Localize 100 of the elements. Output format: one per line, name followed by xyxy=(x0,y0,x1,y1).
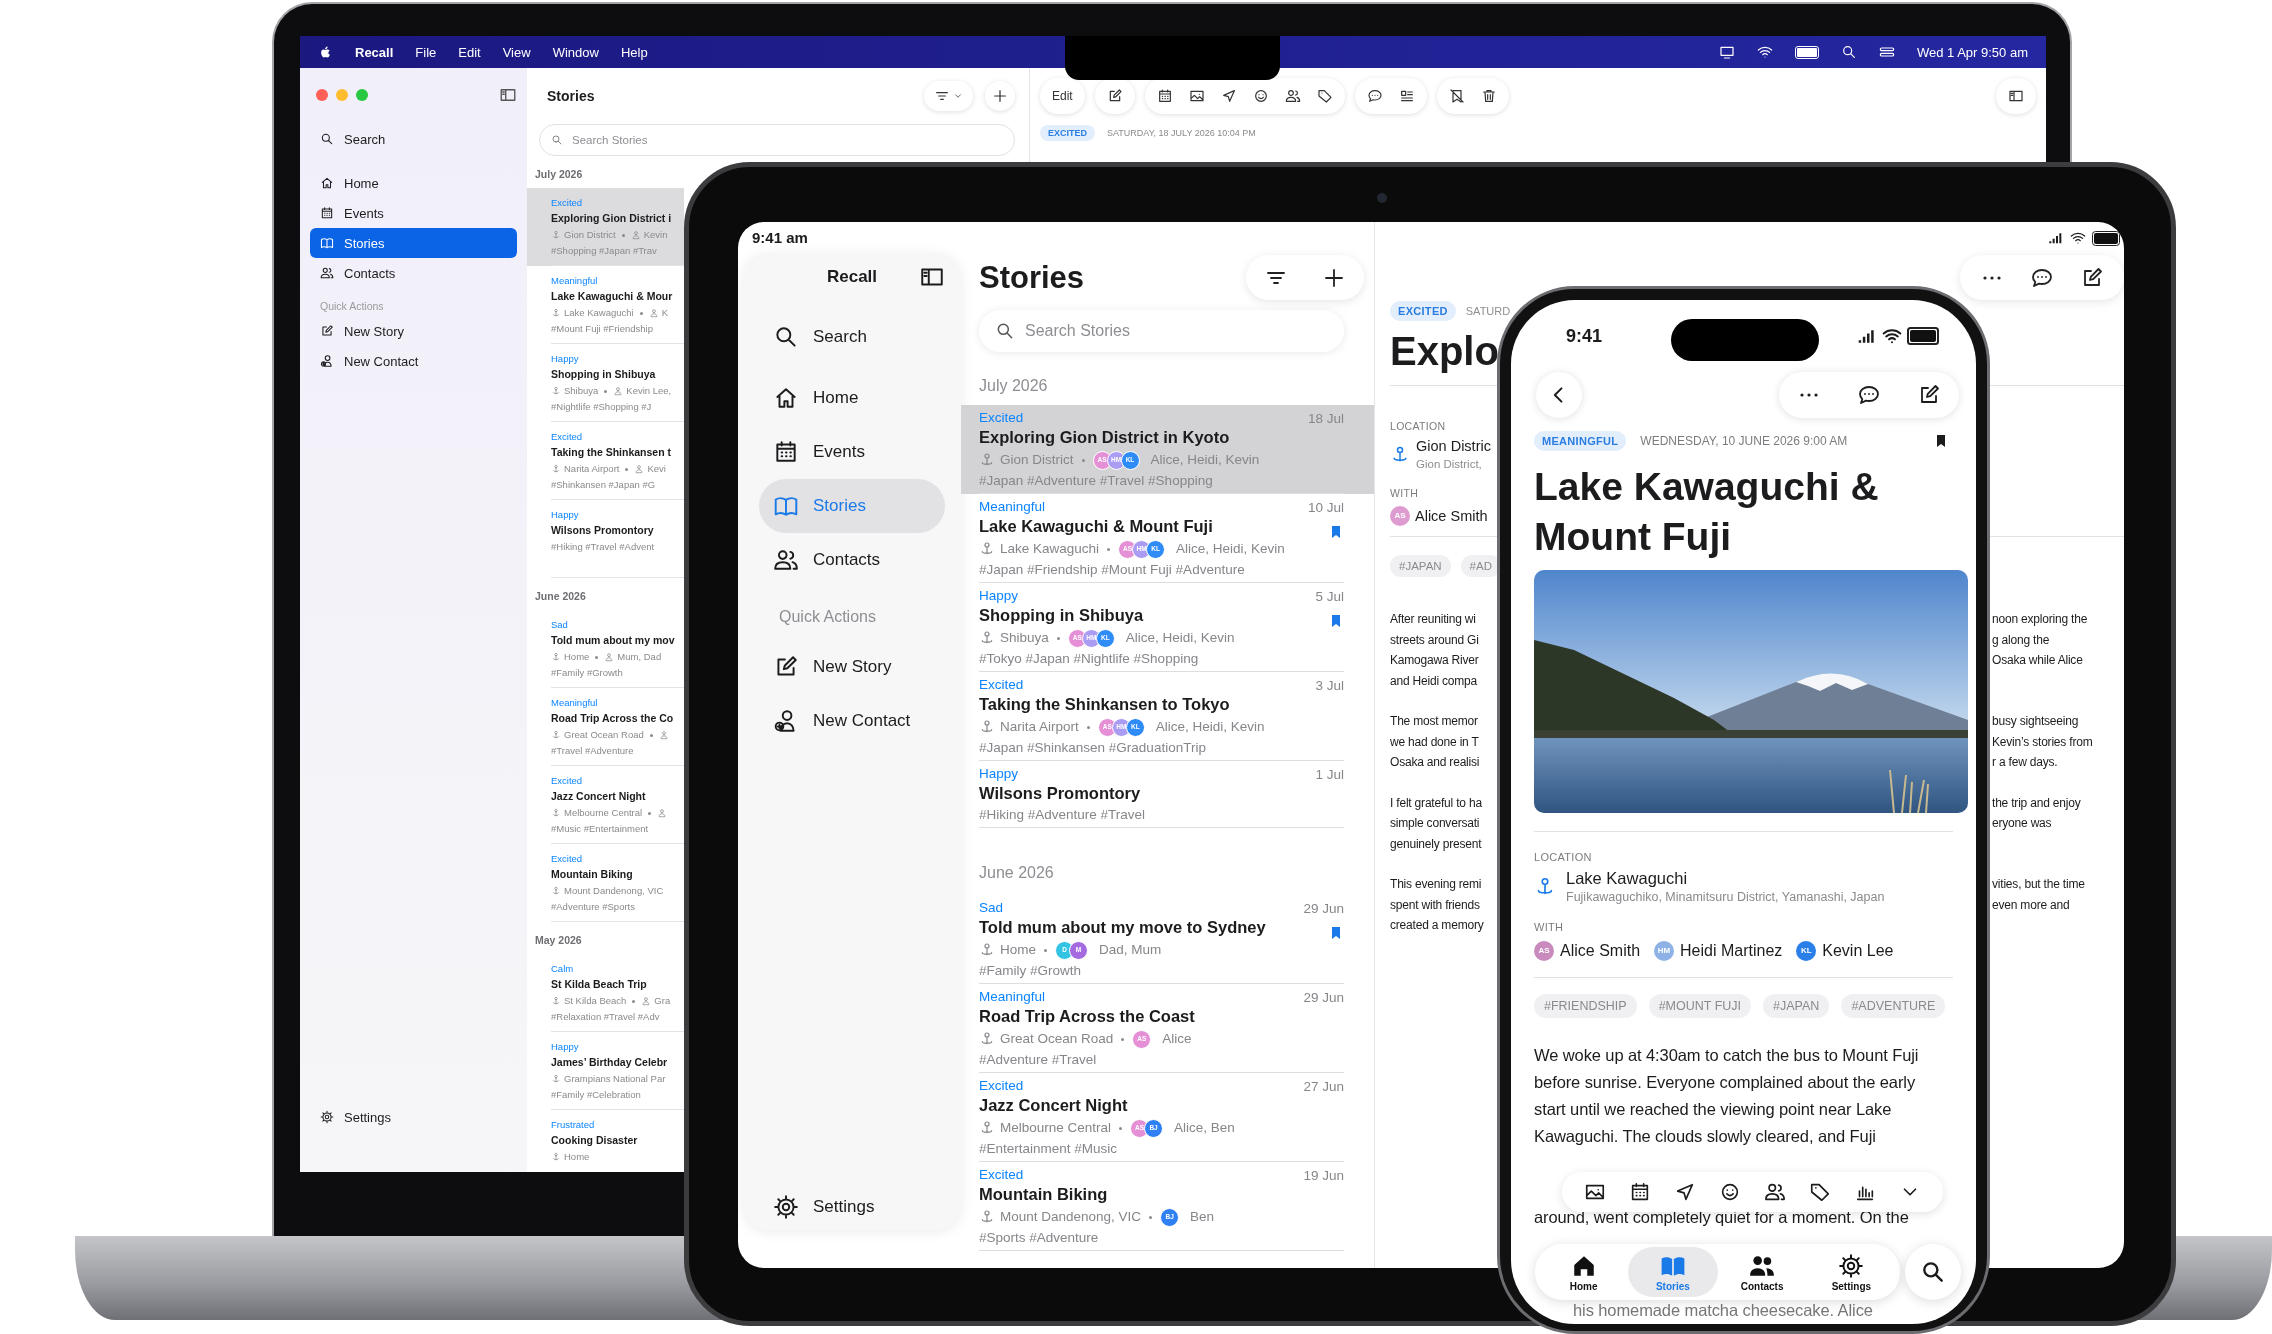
tag-icon[interactable] xyxy=(1316,88,1333,104)
location-pin-icon xyxy=(551,886,561,896)
story-date: 29 Jun xyxy=(1303,900,1344,917)
sidebar-item[interactable]: Contacts xyxy=(759,533,945,587)
add-person-icon xyxy=(320,354,334,368)
story-title: Taking the Shinkansen t xyxy=(551,445,671,460)
with-label: WITH xyxy=(1390,486,1419,500)
image-icon[interactable] xyxy=(1188,88,1205,104)
tag-list: #Family #Growth xyxy=(551,665,623,681)
search-field[interactable]: Search Stories xyxy=(539,124,1015,156)
sidebar-item[interactable]: New Story xyxy=(310,316,517,346)
story-text: around, went completely quiet for a moment. On the xyxy=(1534,1207,1909,1228)
sidebar-item[interactable]: New Story xyxy=(759,640,945,694)
separator-dot xyxy=(1121,1037,1125,1041)
people-names: Ben xyxy=(1190,1208,1215,1226)
settings-icon xyxy=(773,1194,799,1220)
tag-list: #Shinkansen #Japan #G xyxy=(551,477,656,493)
people-icon[interactable] xyxy=(1284,88,1301,104)
sidebar-item[interactable]: Home xyxy=(310,168,517,198)
list-title: Stories xyxy=(979,259,1085,296)
story-date: 27 Jun xyxy=(1303,1078,1344,1095)
tab[interactable]: Home xyxy=(1539,1247,1629,1297)
tag-list: #Japan #Adventure #Travel #Shopping xyxy=(979,471,1213,491)
story-text: The most memor we had done in T Osaka and realisi xyxy=(1390,713,1480,771)
tab[interactable]: Contacts xyxy=(1717,1247,1807,1297)
chat-icon[interactable] xyxy=(1366,88,1383,104)
menu-item[interactable]: Edit xyxy=(458,44,481,60)
people-names: Kevin Lee, xyxy=(626,384,672,398)
location-label: LOCATION xyxy=(1390,419,1446,433)
people-icon xyxy=(320,266,334,280)
search-button[interactable] xyxy=(1905,1244,1961,1300)
sidebar-item[interactable]: Stories xyxy=(310,228,517,258)
sidebar-item[interactable]: Contacts xyxy=(310,258,517,288)
sidebar-item[interactable]: New Contact xyxy=(310,346,517,376)
location-pin-icon xyxy=(551,996,561,1006)
people-names: Alice xyxy=(1162,1030,1192,1048)
sidebar-toggle-icon[interactable] xyxy=(499,86,517,104)
display-icon[interactable] xyxy=(1718,44,1735,60)
avatar: HM xyxy=(1654,941,1675,961)
place-name: St Kilda Beach xyxy=(564,994,627,1008)
story-title: Wilsons Promontory xyxy=(551,523,654,538)
story-row[interactable]: Excited Exploring Gion District i Gion District Kevin #Shopping #Japan #Trav xyxy=(527,188,684,266)
tag-list: #Japan #Shinkansen #GraduationTrip xyxy=(979,738,1206,758)
toggle-icon[interactable] xyxy=(1878,44,1895,60)
place-name: Home xyxy=(1000,941,1036,959)
add-button[interactable] xyxy=(985,81,1015,111)
story-text: his homemade matcha cheesecake. Alice xyxy=(1573,1300,1873,1320)
mood-label: Happy xyxy=(979,765,1019,782)
place-name: Great Ocean Road xyxy=(1000,1030,1114,1048)
menu-item[interactable]: Help xyxy=(620,44,648,60)
menu-item[interactable]: View xyxy=(502,44,531,60)
list-icon[interactable] xyxy=(1398,88,1415,104)
chevron-down-icon xyxy=(953,91,963,101)
location-arrow-icon[interactable] xyxy=(1220,88,1237,104)
compose-button[interactable] xyxy=(1094,78,1135,114)
sidebar-item[interactable]: Events xyxy=(310,198,517,228)
location-pin-icon xyxy=(979,719,995,735)
calendar-icon[interactable] xyxy=(1156,88,1173,104)
trash-icon[interactable] xyxy=(1480,88,1497,104)
sidebar-item[interactable]: Home xyxy=(759,371,945,425)
plus-icon xyxy=(992,88,1008,104)
location-pin-icon xyxy=(551,1074,561,1084)
location-pin-icon xyxy=(979,541,995,557)
tab[interactable]: Settings xyxy=(1806,1247,1896,1297)
apple-icon[interactable] xyxy=(318,44,333,60)
person-icon xyxy=(604,652,615,662)
menu-item[interactable]: Window xyxy=(552,44,599,60)
sidebar-item[interactable]: Search xyxy=(310,124,517,154)
location-pin-icon xyxy=(979,942,995,958)
mood-label: Happy xyxy=(551,508,579,522)
sidebar-item[interactable]: Settings xyxy=(310,1102,517,1132)
mood-label: Sad xyxy=(551,618,568,632)
edit-button[interactable]: Edit xyxy=(1040,78,1085,114)
search-field[interactable]: Search Stories xyxy=(979,310,1344,352)
people-names: Alice, Heidi, Kevin xyxy=(1125,629,1235,647)
filter-button[interactable] xyxy=(924,81,973,111)
search-icon[interactable] xyxy=(1840,44,1857,60)
chat-icon[interactable] xyxy=(1857,383,1881,407)
close-window-button[interactable] xyxy=(316,89,328,101)
story-text: After reuniting wi streets around Gi Kamogawa River and Heidi compa xyxy=(1390,611,1479,690)
tag-icon[interactable] xyxy=(1809,1181,1832,1203)
person-icon xyxy=(657,808,668,818)
battery-icon[interactable] xyxy=(1794,45,1819,59)
sidebar-item[interactable]: Events xyxy=(759,425,945,479)
bookmark-slash-icon[interactable] xyxy=(1448,88,1465,104)
sidebar-item[interactable]: Search xyxy=(759,317,945,357)
mood-label: Excited xyxy=(979,676,1024,693)
tag-list: #Entertainment #Music xyxy=(979,1139,1118,1159)
sidebar-item[interactable]: Settings xyxy=(759,1184,945,1230)
sidebar-button[interactable] xyxy=(1996,78,2036,114)
smiley-icon[interactable] xyxy=(1252,88,1269,104)
people-names: Kevin xyxy=(643,228,668,242)
mood-label: Excited xyxy=(551,852,583,866)
menu-item[interactable]: Recall xyxy=(355,44,394,60)
menu-item[interactable]: File xyxy=(415,44,437,60)
sidebar-item[interactable]: New Contact xyxy=(759,694,945,748)
place-name: Shibuya xyxy=(1000,629,1049,647)
people-icon[interactable] xyxy=(1764,1181,1787,1203)
people-names: Mum, Dad xyxy=(617,650,662,664)
person-icon xyxy=(613,386,624,396)
